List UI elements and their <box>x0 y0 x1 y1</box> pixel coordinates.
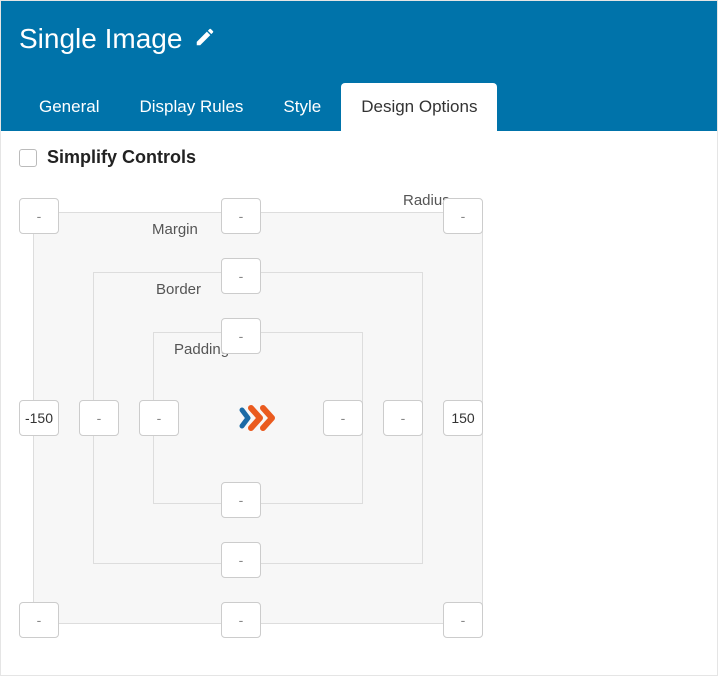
simplify-controls-checkbox[interactable] <box>19 149 37 167</box>
padding-top-input[interactable] <box>221 318 261 354</box>
margin-label: Margin <box>148 221 202 238</box>
page-title: Single Image <box>19 23 182 55</box>
content-logo-icon <box>236 404 280 432</box>
radius-tr-input[interactable] <box>443 198 483 234</box>
margin-top-input[interactable] <box>221 198 261 234</box>
tab-general[interactable]: General <box>19 83 119 131</box>
tab-style[interactable]: Style <box>263 83 341 131</box>
border-bottom-input[interactable] <box>221 542 261 578</box>
margin-top-left-corner-input[interactable] <box>19 198 59 234</box>
margin-left-input[interactable] <box>19 400 59 436</box>
radius-bl-input[interactable] <box>19 602 59 638</box>
edit-icon[interactable] <box>194 23 216 55</box>
border-right-input[interactable] <box>383 400 423 436</box>
padding-right-input[interactable] <box>323 400 363 436</box>
title-row: Single Image <box>19 23 699 55</box>
simplify-controls-label: Simplify Controls <box>47 147 196 168</box>
tabs: General Display Rules Style Design Optio… <box>19 83 699 131</box>
border-top-input[interactable] <box>221 258 261 294</box>
design-options-panel: Simplify Controls Margin Border Padding … <box>1 131 717 654</box>
margin-bottom-input[interactable] <box>221 602 261 638</box>
border-left-input[interactable] <box>79 400 119 436</box>
padding-left-input[interactable] <box>139 400 179 436</box>
border-label: Border <box>152 281 205 298</box>
margin-right-input[interactable] <box>443 400 483 436</box>
header: Single Image General Display Rules Style… <box>1 1 717 131</box>
tab-display-rules[interactable]: Display Rules <box>119 83 263 131</box>
padding-bottom-input[interactable] <box>221 482 261 518</box>
tab-design-options[interactable]: Design Options <box>341 83 497 131</box>
simplify-controls-row: Simplify Controls <box>19 147 699 168</box>
box-model-onion: Margin Border Padding Radius <box>19 198 497 638</box>
radius-br-input[interactable] <box>443 602 483 638</box>
